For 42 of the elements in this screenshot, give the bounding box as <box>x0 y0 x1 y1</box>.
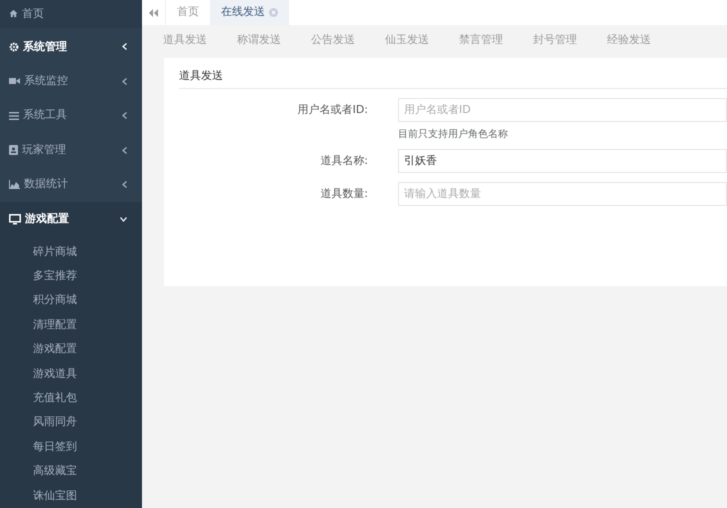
sidebar-item[interactable]: 首页 <box>0 0 142 28</box>
sidebar-item[interactable]: 系统工具 <box>0 98 142 133</box>
panel-title: 道具发送 <box>179 69 223 82</box>
area-chart-icon <box>9 180 20 190</box>
field-label: 道具数量: <box>319 186 369 202</box>
chevron-left-icon <box>122 112 127 120</box>
submenu-item[interactable]: 碎片商城 <box>0 240 142 264</box>
chevron-left-icon <box>122 181 127 188</box>
close-icon[interactable] <box>269 8 278 17</box>
submenu-item[interactable]: 积分商城 <box>0 288 142 313</box>
submenu-item[interactable]: 风雨同舟 <box>0 410 142 435</box>
submenu-item[interactable]: 充值礼包 <box>0 386 142 410</box>
chevron-down-icon <box>120 216 127 222</box>
submenu-item[interactable]: 每日签到 <box>0 434 142 460</box>
settings-icon <box>9 42 19 52</box>
input-field[interactable]: 请输入道具数量 <box>398 182 727 206</box>
input-field[interactable]: 用户名或者ID <box>398 98 727 122</box>
input-field[interactable]: 引妖香 <box>398 148 727 172</box>
monitor-icon <box>9 214 21 225</box>
video-camera-icon <box>9 77 20 86</box>
chevron-left-icon <box>122 43 127 50</box>
submenu-item[interactable]: 多宝推荐 <box>0 264 142 289</box>
double-left-arrow-icon[interactable] <box>149 8 158 16</box>
sidebar-item[interactable]: 数据统计 <box>0 167 142 202</box>
menu-icon <box>9 112 19 120</box>
help-text: 目前只支持用户角色名称 <box>398 128 509 142</box>
sidebar-item[interactable]: 玩家管理 <box>0 132 142 168</box>
field-label: 道具名称: <box>319 152 369 168</box>
submenu-item[interactable]: 游戏配置 <box>0 337 142 362</box>
home-icon <box>9 9 18 18</box>
tab[interactable]: 在线发送 <box>210 0 289 25</box>
submenu-item[interactable]: 清理配置 <box>0 312 142 338</box>
chevron-left-icon <box>122 146 127 154</box>
sidebar-item[interactable]: 系统管理 <box>0 30 142 64</box>
submenu-item[interactable]: 游戏道具 <box>0 362 142 386</box>
submenu-item[interactable]: 高级藏宝 <box>0 459 142 484</box>
chevron-left-icon <box>122 78 127 85</box>
id-card-icon <box>9 145 18 156</box>
submenu-item[interactable]: 诛仙宝图 <box>0 484 142 508</box>
tab[interactable]: 首页 <box>166 0 210 25</box>
field-label: 用户名或者ID: <box>296 102 369 118</box>
sidebar-item[interactable]: 系统监控 <box>0 64 142 98</box>
